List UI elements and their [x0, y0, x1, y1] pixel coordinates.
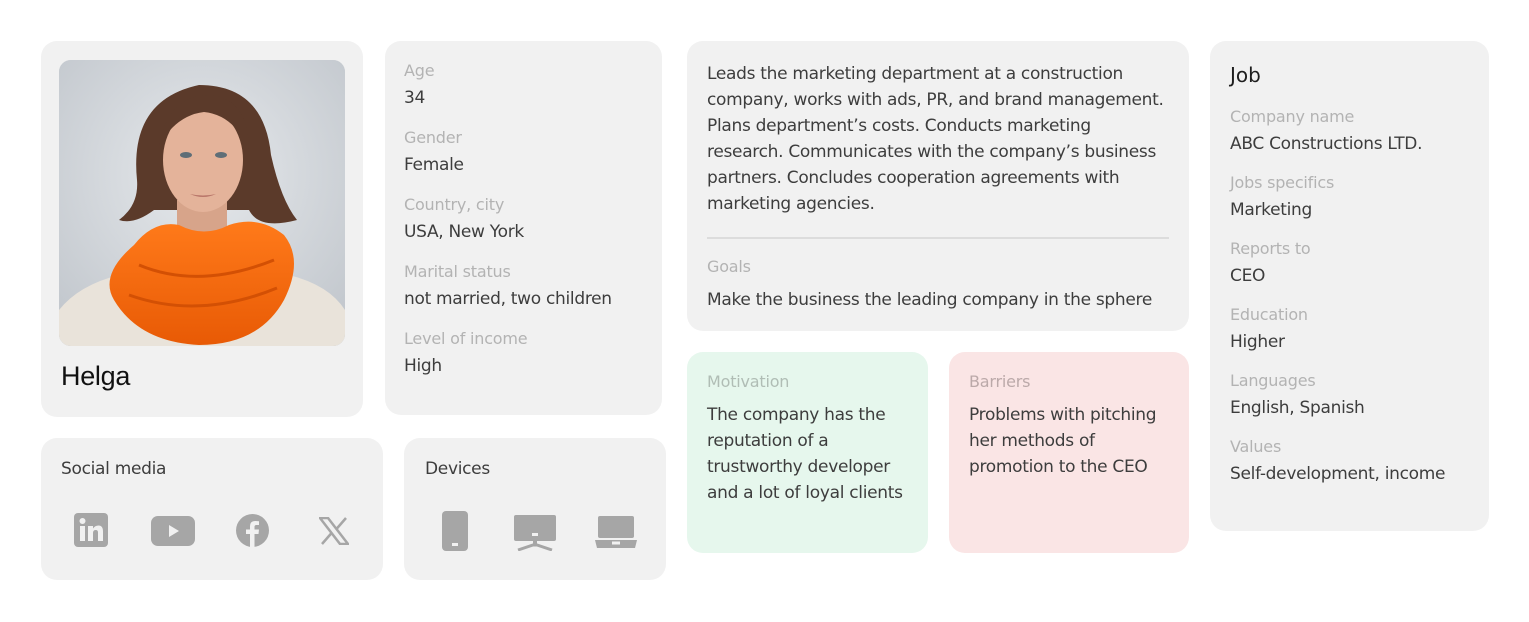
demographics-card: Age 34 Gender Female Country, city USA, … [385, 41, 662, 415]
field-label: Age [404, 61, 435, 80]
motivation-label: Motivation [707, 372, 790, 391]
persona-name: Helga [61, 361, 131, 391]
income-field: Level of income High [404, 329, 643, 377]
divider [707, 237, 1169, 239]
smartphone-icon [442, 511, 468, 551]
company-name-field: Company name ABC Constructions LTD. [1230, 107, 1469, 155]
field-label: Level of income [404, 329, 528, 348]
location-field: Country, city USA, New York [404, 195, 643, 243]
barriers-card: Barriers Problems with pitching her meth… [949, 352, 1189, 553]
field-label: Country, city [404, 195, 505, 214]
field-label: Languages [1230, 371, 1316, 390]
field-value: ABC Constructions LTD. [1230, 134, 1423, 154]
field-label: Reports to [1230, 239, 1311, 258]
field-value: Marketing [1230, 200, 1313, 220]
field-value: CEO [1230, 266, 1266, 286]
barriers-label: Barriers [969, 372, 1031, 391]
gender-field: Gender Female [404, 128, 643, 176]
age-field: Age 34 [404, 61, 643, 109]
job-card: Job Company name ABC Constructions LTD. … [1210, 41, 1489, 531]
linkedin-icon[interactable] [74, 513, 108, 547]
field-label: Company name [1230, 107, 1355, 126]
marital-status-field: Marital status not married, two children [404, 262, 643, 310]
devices-title: Devices [425, 459, 490, 479]
laptop-icon [595, 516, 637, 548]
goals-value: Make the business the leading company in… [707, 290, 1152, 310]
facebook-icon[interactable] [236, 514, 269, 547]
field-value: Self-development, income [1230, 464, 1446, 484]
motivation-card: Motivation The company has the reputatio… [687, 352, 928, 553]
field-value: 34 [404, 88, 426, 108]
devices-card: Devices [404, 438, 666, 580]
field-value: English, Spanish [1230, 398, 1365, 418]
job-title: Job [1230, 63, 1261, 87]
portrait-illustration [59, 60, 345, 346]
field-value: High [404, 356, 442, 376]
profile-photo [59, 60, 345, 346]
field-value: Female [404, 155, 464, 175]
motivation-text: The company has the reputation of a trus… [707, 405, 903, 503]
field-value: Higher [1230, 332, 1285, 352]
goals-label: Goals [707, 257, 751, 276]
profile-card: Helga [41, 41, 363, 417]
desktop-icon [514, 515, 556, 551]
field-label: Marital status [404, 262, 511, 281]
social-media-title: Social media [61, 459, 167, 479]
field-label: Gender [404, 128, 462, 147]
education-field: Education Higher [1230, 305, 1469, 353]
field-value: not married, two children [404, 289, 612, 309]
role-description: Leads the marketing department at a cons… [707, 64, 1164, 214]
social-media-card: Social media [41, 438, 383, 580]
description-card: Leads the marketing department at a cons… [687, 41, 1189, 331]
field-label: Values [1230, 437, 1282, 456]
languages-field: Languages English, Spanish [1230, 371, 1469, 419]
reports-to-field: Reports to CEO [1230, 239, 1469, 287]
x-icon[interactable] [319, 517, 349, 545]
job-specifics-field: Jobs specifics Marketing [1230, 173, 1469, 221]
field-label: Jobs specifics [1230, 173, 1335, 192]
field-label: Education [1230, 305, 1308, 324]
field-value: USA, New York [404, 222, 524, 242]
barriers-text: Problems with pitching her methods of pr… [969, 405, 1157, 477]
youtube-icon[interactable] [151, 516, 195, 546]
values-field: Values Self-development, income [1230, 437, 1469, 485]
